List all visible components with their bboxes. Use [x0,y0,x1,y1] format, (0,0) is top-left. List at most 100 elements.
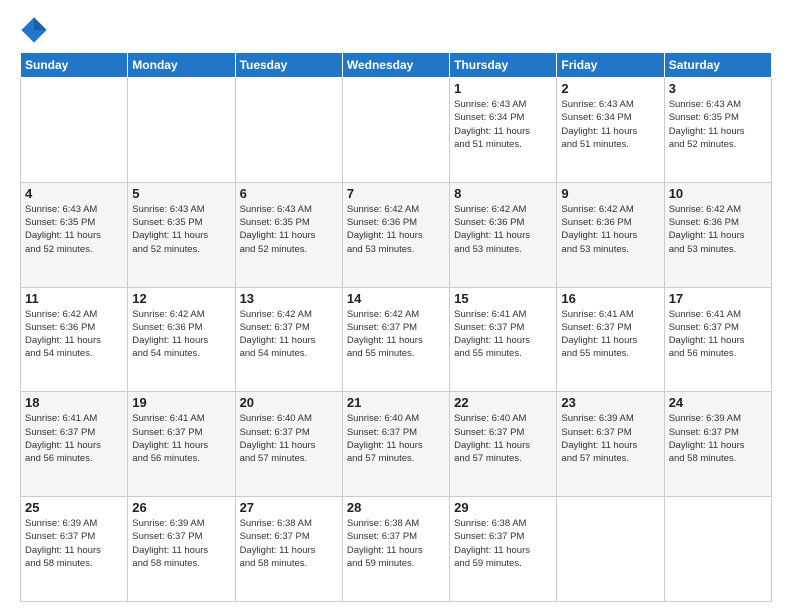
day-number: 1 [454,81,552,96]
day-number: 21 [347,395,445,410]
day-number: 8 [454,186,552,201]
day-number: 22 [454,395,552,410]
day-info: Sunrise: 6:41 AM Sunset: 6:37 PM Dayligh… [25,412,123,465]
day-info: Sunrise: 6:42 AM Sunset: 6:37 PM Dayligh… [347,308,445,361]
calendar-cell: 9Sunrise: 6:42 AM Sunset: 6:36 PM Daylig… [557,182,664,287]
calendar-cell [557,497,664,602]
day-number: 24 [669,395,767,410]
weekday-header-cell: Thursday [450,53,557,78]
day-info: Sunrise: 6:41 AM Sunset: 6:37 PM Dayligh… [561,308,659,361]
calendar-cell: 20 Sunrise: 6:40 AM Sunset: 6:37 PM Dayli… [235,392,342,497]
calendar-cell: 3Sunrise: 6:43 AM Sunset: 6:35 PM Daylig… [664,78,771,183]
header [20,16,772,44]
calendar-cell: 16 Sunrise: 6:41 AM Sunset: 6:37 PM Dayli… [557,287,664,392]
day-info: Sunrise: 6:42 AM Sunset: 6:36 PM Dayligh… [669,203,767,256]
day-info: Sunrise: 6:40 AM Sunset: 6:37 PM Dayligh… [347,412,445,465]
calendar-cell [664,497,771,602]
day-info: Sunrise: 6:40 AM Sunset: 6:37 PM Dayligh… [240,412,338,465]
day-number: 13 [240,291,338,306]
day-info: Sunrise: 6:42 AM Sunset: 6:37 PM Dayligh… [240,308,338,361]
weekday-header-cell: Saturday [664,53,771,78]
day-info: Sunrise: 6:42 AM Sunset: 6:36 PM Dayligh… [25,308,123,361]
calendar-cell: 17 Sunrise: 6:41 AM Sunset: 6:37 PM Dayli… [664,287,771,392]
day-info: Sunrise: 6:43 AM Sunset: 6:35 PM Dayligh… [240,203,338,256]
day-number: 20 [240,395,338,410]
calendar-cell: 2 Sunrise: 6:43 AM Sunset: 6:34 PM Daylig… [557,78,664,183]
day-info: Sunrise: 6:43 AM Sunset: 6:35 PM Dayligh… [25,203,123,256]
calendar-cell: 8 Sunrise: 6:42 AM Sunset: 6:36 PM Daylig… [450,182,557,287]
calendar-cell: 29 Sunrise: 6:38 AM Sunset: 6:37 PM Dayli… [450,497,557,602]
calendar-cell: 15Sunrise: 6:41 AM Sunset: 6:37 PM Dayli… [450,287,557,392]
day-number: 19 [132,395,230,410]
calendar-cell: 7 Sunrise: 6:42 AM Sunset: 6:36 PM Daylig… [342,182,449,287]
calendar-cell: 14 Sunrise: 6:42 AM Sunset: 6:37 PM Dayli… [342,287,449,392]
calendar-week-row: 1 Sunrise: 6:43 AM Sunset: 6:34 PM Daylig… [21,78,772,183]
weekday-header-cell: Monday [128,53,235,78]
calendar-cell: 6 Sunrise: 6:43 AM Sunset: 6:35 PM Daylig… [235,182,342,287]
weekday-header-cell: Tuesday [235,53,342,78]
calendar-cell: 24 Sunrise: 6:39 AM Sunset: 6:37 PM Dayli… [664,392,771,497]
calendar-cell: 21 Sunrise: 6:40 AM Sunset: 6:37 PM Dayli… [342,392,449,497]
day-number: 16 [561,291,659,306]
day-number: 14 [347,291,445,306]
calendar-cell: 23 Sunrise: 6:39 AM Sunset: 6:37 PM Dayli… [557,392,664,497]
day-number: 4 [25,186,123,201]
day-number: 2 [561,81,659,96]
calendar-week-row: 25Sunrise: 6:39 AM Sunset: 6:37 PM Dayli… [21,497,772,602]
page: SundayMondayTuesdayWednesdayThursdayFrid… [0,0,792,612]
day-number: 28 [347,500,445,515]
logo-icon [20,16,48,44]
day-number: 17 [669,291,767,306]
day-info: Sunrise: 6:39 AM Sunset: 6:37 PM Dayligh… [25,517,123,570]
weekday-header-row: SundayMondayTuesdayWednesdayThursdayFrid… [21,53,772,78]
calendar-week-row: 18Sunrise: 6:41 AM Sunset: 6:37 PM Dayli… [21,392,772,497]
day-info: Sunrise: 6:38 AM Sunset: 6:37 PM Dayligh… [240,517,338,570]
day-info: Sunrise: 6:43 AM Sunset: 6:34 PM Dayligh… [561,98,659,151]
calendar-cell: 5 Sunrise: 6:43 AM Sunset: 6:35 PM Daylig… [128,182,235,287]
calendar-cell [128,78,235,183]
calendar-cell: 28 Sunrise: 6:38 AM Sunset: 6:37 PM Dayli… [342,497,449,602]
calendar-cell: 12 Sunrise: 6:42 AM Sunset: 6:36 PM Dayli… [128,287,235,392]
day-info: Sunrise: 6:41 AM Sunset: 6:37 PM Dayligh… [454,308,552,361]
day-info: Sunrise: 6:39 AM Sunset: 6:37 PM Dayligh… [669,412,767,465]
day-number: 6 [240,186,338,201]
calendar-week-row: 4 Sunrise: 6:43 AM Sunset: 6:35 PM Daylig… [21,182,772,287]
calendar-cell [235,78,342,183]
day-info: Sunrise: 6:38 AM Sunset: 6:37 PM Dayligh… [454,517,552,570]
day-number: 7 [347,186,445,201]
calendar-week-row: 11Sunrise: 6:42 AM Sunset: 6:36 PM Dayli… [21,287,772,392]
day-number: 27 [240,500,338,515]
weekday-header-cell: Wednesday [342,53,449,78]
day-number: 26 [132,500,230,515]
day-number: 3 [669,81,767,96]
day-number: 5 [132,186,230,201]
day-info: Sunrise: 6:42 AM Sunset: 6:36 PM Dayligh… [347,203,445,256]
calendar-cell: 18Sunrise: 6:41 AM Sunset: 6:37 PM Dayli… [21,392,128,497]
day-info: Sunrise: 6:39 AM Sunset: 6:37 PM Dayligh… [132,517,230,570]
day-info: Sunrise: 6:40 AM Sunset: 6:37 PM Dayligh… [454,412,552,465]
weekday-header-cell: Sunday [21,53,128,78]
calendar-cell: 22 Sunrise: 6:40 AM Sunset: 6:37 PM Dayli… [450,392,557,497]
day-info: Sunrise: 6:43 AM Sunset: 6:35 PM Dayligh… [132,203,230,256]
calendar-cell: 4 Sunrise: 6:43 AM Sunset: 6:35 PM Daylig… [21,182,128,287]
day-info: Sunrise: 6:39 AM Sunset: 6:37 PM Dayligh… [561,412,659,465]
calendar-cell: 25Sunrise: 6:39 AM Sunset: 6:37 PM Dayli… [21,497,128,602]
day-info: Sunrise: 6:42 AM Sunset: 6:36 PM Dayligh… [561,203,659,256]
day-info: Sunrise: 6:42 AM Sunset: 6:36 PM Dayligh… [454,203,552,256]
day-info: Sunrise: 6:41 AM Sunset: 6:37 PM Dayligh… [669,308,767,361]
day-info: Sunrise: 6:38 AM Sunset: 6:37 PM Dayligh… [347,517,445,570]
calendar-cell: 1 Sunrise: 6:43 AM Sunset: 6:34 PM Daylig… [450,78,557,183]
day-number: 23 [561,395,659,410]
day-info: Sunrise: 6:43 AM Sunset: 6:34 PM Dayligh… [454,98,552,151]
logo [20,16,52,44]
day-number: 12 [132,291,230,306]
calendar-table: SundayMondayTuesdayWednesdayThursdayFrid… [20,52,772,602]
calendar-cell: 11Sunrise: 6:42 AM Sunset: 6:36 PM Dayli… [21,287,128,392]
calendar-cell: 19Sunrise: 6:41 AM Sunset: 6:37 PM Dayli… [128,392,235,497]
calendar-cell [342,78,449,183]
calendar-cell: 10Sunrise: 6:42 AM Sunset: 6:36 PM Dayli… [664,182,771,287]
day-number: 29 [454,500,552,515]
calendar-body: 1 Sunrise: 6:43 AM Sunset: 6:34 PM Daylig… [21,78,772,602]
day-info: Sunrise: 6:42 AM Sunset: 6:36 PM Dayligh… [132,308,230,361]
calendar-cell [21,78,128,183]
